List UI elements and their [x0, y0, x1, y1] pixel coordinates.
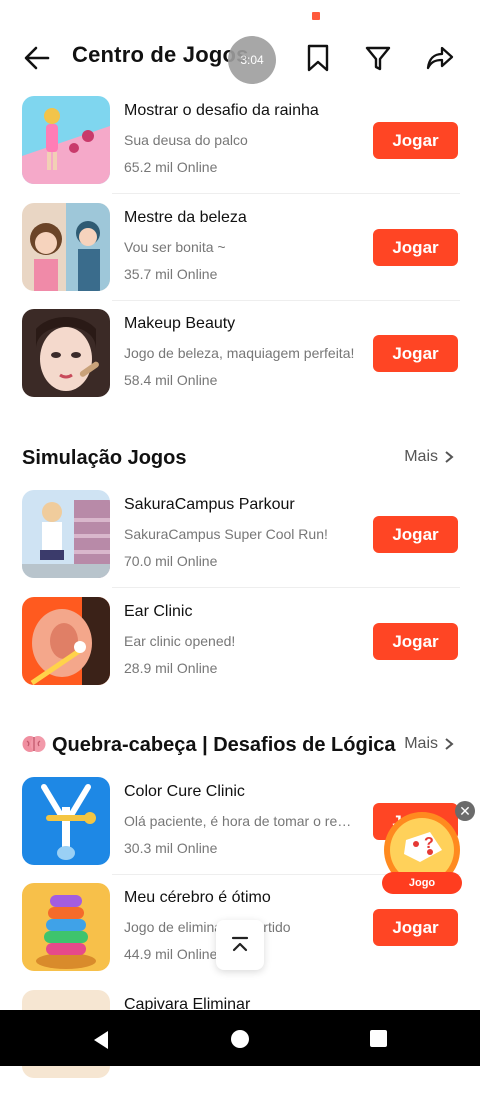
section-title: Simulação Jogos [22, 447, 187, 469]
more-label: Mais [404, 448, 438, 465]
game-description: Olá paciente, é hora de tomar o rem... [124, 813, 356, 829]
bookmark-icon [307, 44, 329, 72]
game-thumbnail [22, 883, 110, 971]
chevron-right-icon [445, 738, 454, 750]
game-title: Ear Clinic [124, 603, 193, 620]
share-button[interactable] [422, 40, 458, 76]
game-description: Sua deusa do palco [124, 132, 248, 148]
share-icon [426, 46, 454, 70]
list-item[interactable]: Mestre da beleza Vou ser bonita ~ 35.7 m… [0, 203, 480, 309]
system-nav-bar [0, 1010, 480, 1066]
arrow-left-icon [24, 46, 50, 70]
play-button[interactable]: Jogar [373, 516, 458, 553]
divider [112, 300, 460, 301]
game-description: Ear clinic opened! [124, 633, 236, 649]
close-button[interactable]: ✕ [455, 801, 475, 821]
online-count: 35.7 mil Online [124, 266, 218, 282]
divider [112, 587, 460, 588]
section-title-text: Quebra-cabeça | Desafios de Lógica [52, 734, 396, 756]
more-label: Mais [404, 735, 438, 752]
game-thumbnail [22, 777, 110, 865]
double-chevron-up-icon [231, 936, 249, 952]
game-thumbnail [22, 597, 110, 685]
chevron-right-icon [445, 451, 454, 463]
filter-button[interactable] [360, 40, 396, 76]
brain-icon [22, 736, 46, 752]
nav-home-icon[interactable] [231, 1030, 249, 1048]
play-button[interactable]: Jogar [373, 909, 458, 946]
game-title: SakuraCampus Parkour [124, 496, 295, 513]
bookmark-button[interactable] [300, 40, 336, 76]
game-description: SakuraCampus Super Cool Run! [124, 526, 328, 542]
online-count: 30.3 mil Online [124, 840, 218, 856]
online-count: 44.9 mil Online [124, 946, 218, 962]
game-description: Vou ser bonita ~ [124, 239, 226, 255]
nav-recents-icon[interactable] [370, 1030, 387, 1047]
status-indicator [312, 12, 320, 20]
list-item[interactable]: Mostrar o desafio da rainha Sua deusa do… [0, 96, 480, 202]
online-count: 28.9 mil Online [124, 660, 218, 676]
scroll-to-top-button[interactable] [216, 920, 264, 970]
nav-back-icon[interactable] [92, 1030, 110, 1050]
game-description: Jogo de beleza, maquiagem perfeita! [124, 345, 355, 361]
game-thumbnail [22, 309, 110, 397]
divider [112, 193, 460, 194]
game-thumbnail [22, 96, 110, 184]
time-bubble: 3:04 [228, 36, 276, 84]
game-title: Makeup Beauty [124, 315, 236, 332]
more-link[interactable]: Mais [404, 448, 454, 466]
section-title: Quebra-cabeça | Desafios de Lógica [22, 734, 396, 757]
game-title: Color Cure Clinic [124, 783, 245, 800]
play-button[interactable]: Jogar [373, 623, 458, 660]
game-title: Mostrar o desafio da rainha [124, 102, 319, 119]
game-thumbnail [22, 203, 110, 291]
list-item[interactable]: Ear Clinic Ear clinic opened! 28.9 mil O… [0, 597, 480, 703]
play-button[interactable]: Jogar [373, 335, 458, 372]
svg-text:?: ? [424, 835, 434, 852]
game-thumbnail [22, 490, 110, 578]
online-count: 70.0 mil Online [124, 553, 218, 569]
game-title: Mestre da beleza [124, 209, 247, 226]
list-item[interactable]: SakuraCampus Parkour SakuraCampus Super … [0, 490, 480, 596]
more-link[interactable]: Mais [404, 735, 454, 753]
online-count: 58.4 mil Online [124, 372, 218, 388]
play-button[interactable]: Jogar [373, 122, 458, 159]
list-item[interactable]: Makeup Beauty Jogo de beleza, maquiagem … [0, 309, 480, 415]
play-button[interactable]: Jogar [373, 229, 458, 266]
back-button[interactable] [20, 40, 56, 76]
filter-icon [365, 46, 391, 71]
floating-game-widget[interactable]: ? Jogo [380, 810, 464, 900]
page-title: Centro de Jogos [72, 42, 249, 67]
floating-game-label: Jogo [408, 877, 436, 889]
header: Centro de Jogos 3:04 [0, 0, 480, 92]
game-title: Meu cérebro é ótimo [124, 889, 271, 906]
online-count: 65.2 mil Online [124, 159, 218, 175]
